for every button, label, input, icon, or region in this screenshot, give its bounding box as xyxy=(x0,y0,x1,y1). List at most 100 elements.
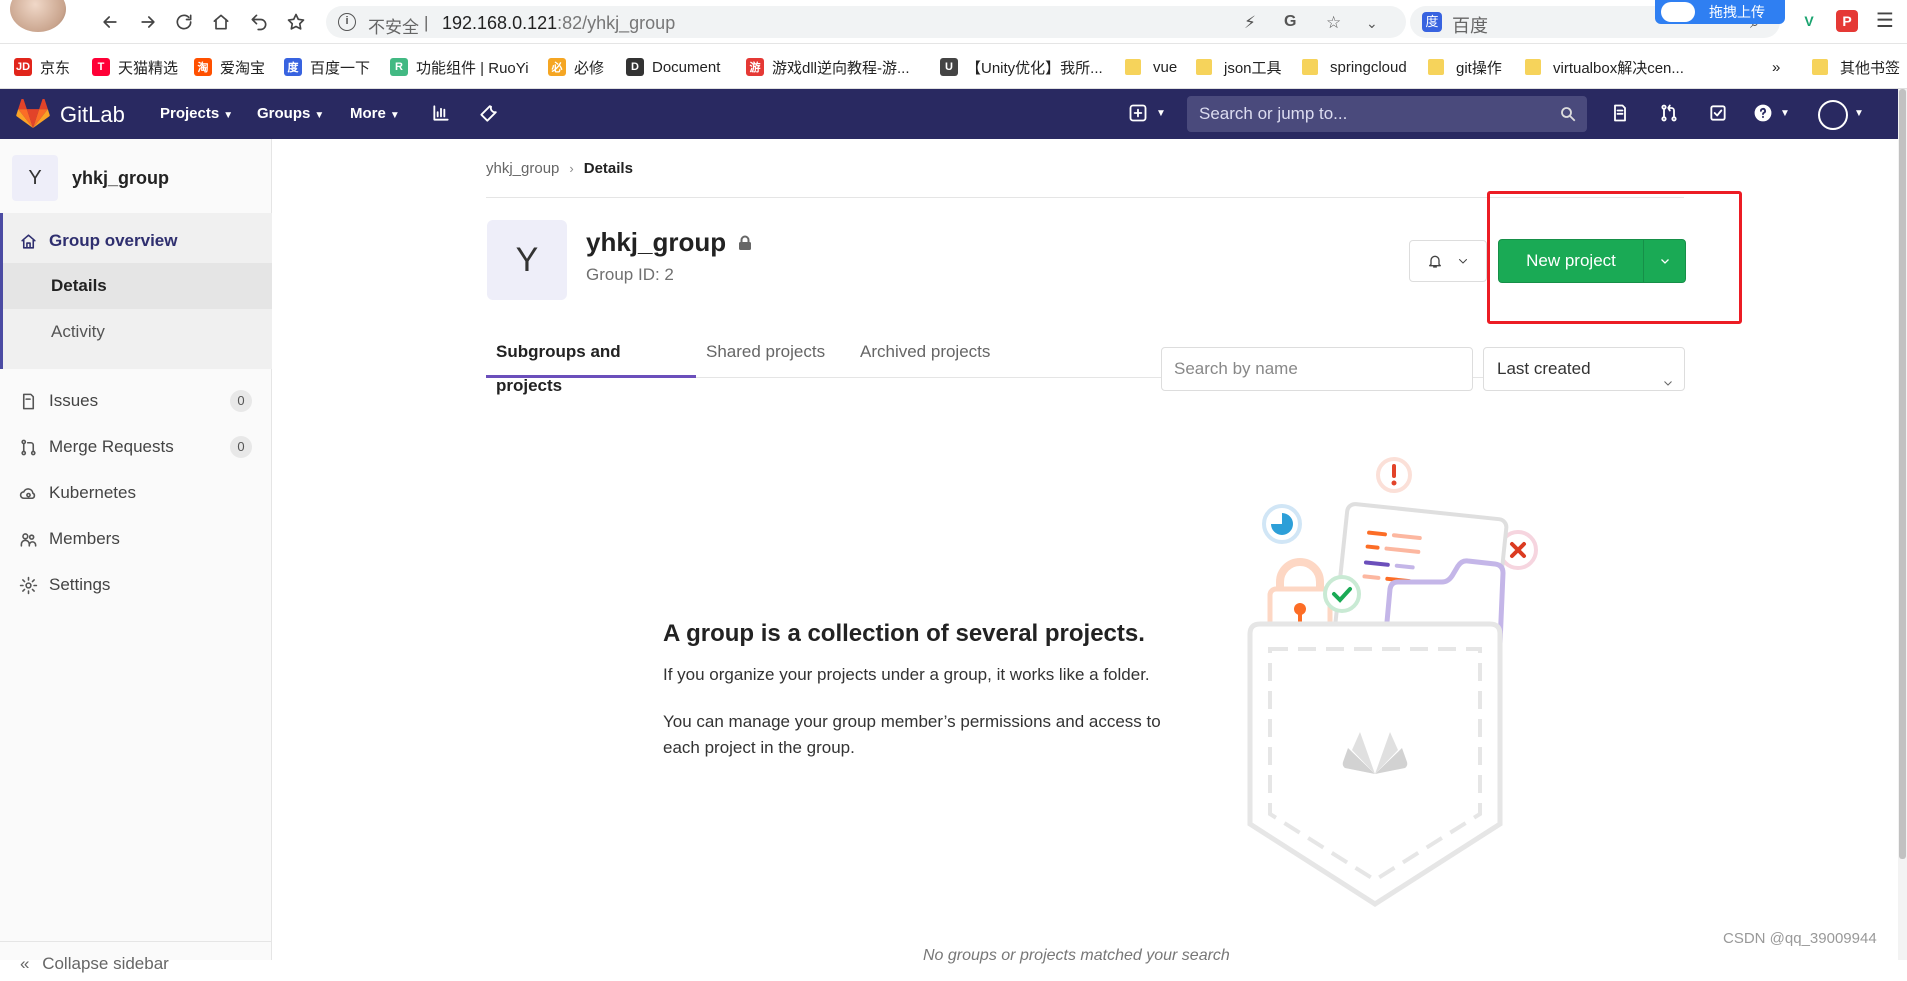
breadcrumb-group-link[interactable]: yhkj_group xyxy=(486,160,559,177)
bookmark-label: 爱淘宝 xyxy=(220,59,266,77)
forward-icon[interactable] xyxy=(134,8,162,36)
favicon-icon: 游 xyxy=(746,58,764,76)
browser-profile-avatar[interactable] xyxy=(10,0,66,32)
sidebar-item-details[interactable]: Details xyxy=(3,263,272,309)
gitlab-search[interactable] xyxy=(1187,96,1587,132)
home-icon[interactable] xyxy=(207,8,235,36)
undo-icon[interactable] xyxy=(245,8,273,36)
bookmark-star-icon[interactable]: ☆ xyxy=(1326,13,1341,33)
reload-icon[interactable] xyxy=(170,8,198,36)
folder-icon xyxy=(1812,59,1828,75)
vue-devtools-icon[interactable]: V xyxy=(1798,10,1820,32)
sidebar-item-members[interactable]: Members xyxy=(0,516,272,562)
search-by-name-box[interactable] xyxy=(1161,347,1473,391)
gitlab-logo-icon[interactable] xyxy=(16,99,50,129)
sidebar-group-header[interactable]: Y yhkj_group xyxy=(12,155,169,201)
chevron-down-icon xyxy=(1662,363,1674,386)
bookmark-item[interactable]: virtualbox解决cen... xyxy=(1525,56,1684,78)
bookmark-item[interactable]: vue xyxy=(1125,56,1177,78)
folder-icon xyxy=(1428,59,1444,75)
sidebar-item-label: Settings xyxy=(49,575,111,594)
browser-menu-icon[interactable]: ☰ xyxy=(1874,10,1896,32)
user-avatar[interactable] xyxy=(1818,100,1848,130)
collapse-sidebar-button[interactable]: « Collapse sidebar xyxy=(0,941,272,981)
upload-badge[interactable]: 拖拽上传 xyxy=(1655,0,1785,24)
bookmark-item[interactable]: T 天猫精选 xyxy=(92,56,178,78)
bookmark-item[interactable]: 度百度一下 xyxy=(284,56,370,78)
bookmark-item[interactable]: springcloud xyxy=(1302,56,1407,78)
plus-icon[interactable] xyxy=(1127,103,1149,125)
sidebar-item-settings[interactable]: Settings xyxy=(0,562,272,608)
bookmark-item[interactable]: D Document xyxy=(626,56,720,78)
bookmark-label: virtualbox解决cen... xyxy=(1553,59,1684,77)
sidebar-item-group-overview[interactable]: Group overview xyxy=(0,218,272,264)
other-bookmarks-label: 其他书签 xyxy=(1840,59,1901,77)
sidebar-item-activity[interactable]: Activity xyxy=(3,309,272,355)
back-icon[interactable] xyxy=(96,8,124,36)
browser-toolbar: i 不安全 | 192.168.0.121:82/yhkj_group ⚡ G … xyxy=(0,0,1907,44)
insecure-label: 不安全 xyxy=(368,18,419,37)
wrench-icon[interactable] xyxy=(478,103,500,125)
favicon-icon: 淘 xyxy=(194,58,212,76)
help-icon[interactable] xyxy=(1752,103,1774,125)
bookmark-label: json工具 xyxy=(1224,59,1282,77)
bookmark-item[interactable]: 必必修 xyxy=(548,56,604,78)
bookmark-item[interactable]: 淘爱淘宝 xyxy=(194,56,265,78)
bookmark-item[interactable]: git操作 xyxy=(1428,56,1502,78)
baidu-icon: 度 xyxy=(1422,12,1442,32)
bookmark-item[interactable]: 游游戏dll逆向教程-游... xyxy=(746,56,910,78)
pdf-extension-icon[interactable]: P xyxy=(1836,10,1858,32)
more-menu[interactable]: More ▼ xyxy=(350,105,400,122)
search-icon xyxy=(1561,107,1576,122)
favicon-icon: 度 xyxy=(284,58,302,76)
bookmark-label: 京东 xyxy=(40,59,71,77)
search-by-name-input[interactable] xyxy=(1162,348,1472,390)
sidebar-item-kubernetes[interactable]: Kubernetes xyxy=(0,470,272,516)
projects-menu[interactable]: Projects ▼ xyxy=(160,105,233,122)
tab-archived-projects[interactable]: Archived projects xyxy=(850,335,1000,378)
plus-dropdown-icon[interactable]: ▼ xyxy=(1150,103,1172,125)
chart-icon[interactable] xyxy=(430,103,452,125)
issues-icon[interactable] xyxy=(1707,103,1729,125)
lightning-icon[interactable]: ⚡ xyxy=(1244,13,1256,33)
bookmark-label: 游戏dll逆向教程-游... xyxy=(772,59,910,77)
sort-select[interactable]: Last created xyxy=(1483,347,1685,391)
page-scrollbar[interactable] xyxy=(1898,89,1907,960)
bookmark-label: springcloud xyxy=(1330,58,1407,76)
gitlab-brand[interactable]: GitLab xyxy=(60,102,125,128)
bookmark-item[interactable]: json工具 xyxy=(1196,56,1282,78)
favicon-icon: U xyxy=(940,58,958,76)
user-dropdown-icon[interactable]: ▼ xyxy=(1848,103,1870,125)
sidebar-item-issues[interactable]: Issues 0 xyxy=(0,378,272,424)
tab-subgroups-and-projects[interactable]: Subgroups and projects xyxy=(486,335,696,395)
scrollbar-thumb[interactable] xyxy=(1899,89,1906,859)
address-dropdown-icon[interactable]: ⌄ xyxy=(1366,15,1378,32)
sidebar-item-merge-requests[interactable]: Merge Requests 0 xyxy=(0,424,272,470)
star-icon[interactable] xyxy=(282,8,310,36)
folder-icon xyxy=(1525,59,1541,75)
address-bar[interactable]: i 不安全 | 192.168.0.121:82/yhkj_group ⚡ G … xyxy=(326,6,1406,38)
bookmark-item[interactable]: JD 京东 xyxy=(14,56,70,78)
empty-state-title: A group is a collection of several proje… xyxy=(663,620,1145,647)
url-text[interactable]: 192.168.0.121:82/yhkj_group xyxy=(442,13,675,34)
double-chevron-left-icon: « xyxy=(20,954,30,973)
favicon-icon: D xyxy=(626,58,644,76)
groups-menu[interactable]: Groups ▼ xyxy=(257,105,324,122)
notification-button[interactable] xyxy=(1409,240,1487,282)
merge-request-icon[interactable] xyxy=(1658,103,1680,125)
bookmarks-overflow-button[interactable]: » xyxy=(1772,56,1780,78)
bookmark-label: vue xyxy=(1153,58,1178,76)
tab-shared-projects[interactable]: Shared projects xyxy=(696,335,835,378)
gitlab-search-input[interactable] xyxy=(1187,96,1587,132)
empty-group-illustration xyxy=(1247,457,1538,907)
other-bookmarks-folder[interactable]: 其他书签 xyxy=(1812,56,1900,78)
favicon-icon: JD xyxy=(14,58,32,76)
bookmark-item[interactable]: R 功能组件 | RuoYi xyxy=(390,56,529,78)
chevron-down-icon: ▼ xyxy=(314,110,325,121)
help-dropdown-icon[interactable]: ▼ xyxy=(1774,103,1796,125)
breadcrumb-current[interactable]: Details xyxy=(584,160,633,177)
translate-icon[interactable]: G xyxy=(1284,13,1296,31)
site-info-icon[interactable]: i xyxy=(338,13,356,31)
bookmark-item[interactable]: U 【Unity优化】我所... xyxy=(940,56,1103,78)
todo-icon[interactable] xyxy=(1609,103,1631,125)
